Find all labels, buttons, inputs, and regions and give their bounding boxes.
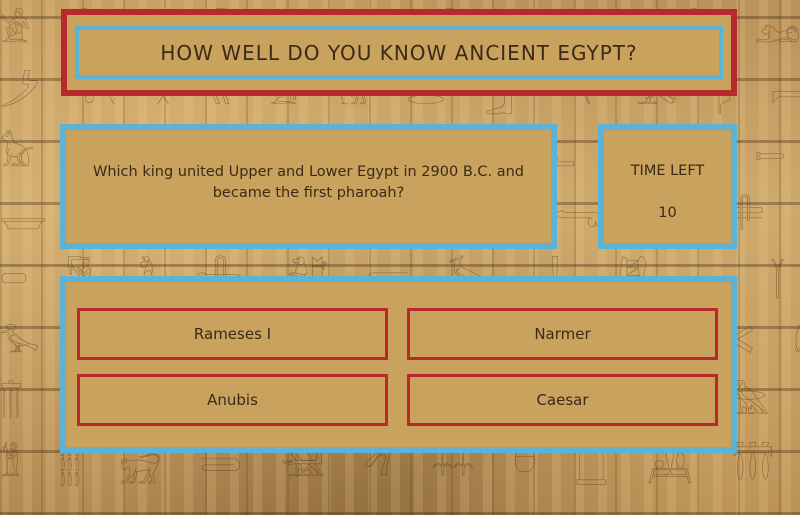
answers-panel: Rameses I Narmer Anubis Caesar <box>60 276 737 453</box>
question-panel: Which king united Upper and Lower Egypt … <box>60 124 557 249</box>
timer-label: TIME LEFT <box>630 163 705 179</box>
answer-button-1[interactable]: Rameses I <box>77 308 388 360</box>
answer-button-3[interactable]: Anubis <box>77 374 388 426</box>
quiz-title: HOW WELL DO YOU KNOW ANCIENT EGYPT? <box>75 26 723 79</box>
answer-button-2[interactable]: Narmer <box>407 308 718 360</box>
title-banner: HOW WELL DO YOU KNOW ANCIENT EGYPT? <box>61 9 737 96</box>
question-text: Which king united Upper and Lower Egypt … <box>93 164 524 201</box>
answer-button-4[interactable]: Caesar <box>407 374 718 426</box>
timer-panel: TIME LEFT 10 <box>598 124 737 249</box>
timer-value: 10 <box>658 205 677 221</box>
